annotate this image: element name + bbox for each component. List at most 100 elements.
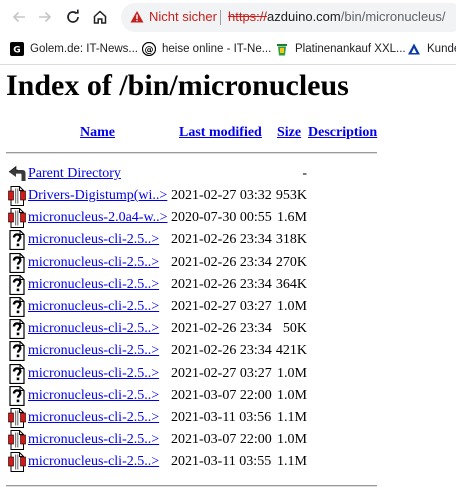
address-bar[interactable]: Nicht sicher https://azduino.com/bin/mic… [121,3,456,32]
bookmark-label: Golem.de: IT-News... [30,43,139,55]
home-button[interactable] [88,5,112,29]
unknown-file-icon [9,385,25,406]
file-modified: 2021-03-11 03:55 [171,454,272,470]
archive-icon [8,408,26,428]
url-text[interactable]: https://azduino.com/bin/micronucleus/ [228,9,446,24]
file-link[interactable]: micronucleus-cli-2.5..> [28,255,159,271]
bookmarks-bar: G Golem.de: IT-News... @ heise online - … [0,35,456,63]
file-link[interactable]: micronucleus-cli-2.5..> [28,232,159,248]
security-status[interactable]: Nicht sicher [149,9,217,24]
file-modified: 2021-02-27 03:27 [171,365,272,381]
file-size: 270K [275,254,307,270]
file-size: - [302,166,307,181]
unknown-file-icon [9,230,25,251]
file-row: Drivers-Digistump(wi..> 2021-02-27 03:32 9… [0,186,456,208]
reload-button[interactable] [61,5,85,29]
file-row: micronucleus-cli-2.5..> 2021-02-27 03:27 1… [0,363,456,386]
file-modified: 2021-02-26 23:34 [171,343,272,359]
bookmark-label: heise online - IT-Ne... [162,43,272,55]
page-title: Index of /bin/micronucleus [6,69,349,102]
reload-icon [67,9,79,23]
parent-directory-row: Parent Directory - [0,164,456,186]
golem-favicon: G [10,42,24,56]
unknown-file-icon [9,252,25,273]
file-row: micronucleus-cli-2.5..> 2021-02-26 23:34 3… [0,274,456,297]
file-modified: 2021-03-07 22:00 [171,387,272,403]
file-modified: 2021-03-11 03:56 [171,410,272,425]
file-row: micronucleus-cli-2.5..> 2021-02-26 23:34 2… [0,252,456,275]
heise-favicon: @ [142,42,156,56]
column-header-last-modified[interactable]: Last modified [179,125,262,141]
file-link[interactable]: micronucleus-cli-2.5..> [28,343,159,359]
home-icon [93,10,107,24]
file-row: micronucleus-cli-2.5..> 2021-03-07 22:00 1… [0,385,456,408]
footer-divider [6,485,377,487]
forward-button[interactable] [33,5,57,29]
warning-icon[interactable] [130,10,144,24]
file-row: micronucleus-cli-2.5..> 2021-02-26 23:34 3… [0,230,456,252]
file-row: micronucleus-cli-2.5..> 2021-02-26 23:34 4… [0,341,456,363]
bookmark-platinenankauf[interactable]: Platinenankauf XXL... [275,39,406,59]
bookmark-golem[interactable]: G Golem.de: IT-News... [10,39,138,59]
unknown-file-icon [9,363,25,384]
file-link[interactable]: micronucleus-cli-2.5..> [28,410,159,426]
archive-icon [8,186,26,206]
file-link[interactable]: micronucleus-cli-2.5..> [28,432,159,448]
file-size: 1.1M [277,410,307,425]
file-size: 50K [282,321,307,337]
back-arrow-icon [8,165,26,181]
file-link[interactable]: micronucleus-cli-2.5..> [28,277,159,293]
file-row: micronucleus-cli-2.5..> 2021-03-11 03:55 1… [0,452,456,474]
file-size: 364K [275,276,307,292]
file-link[interactable]: micronucleus-cli-2.5..> [28,388,159,404]
archive-icon [8,430,26,451]
file-link[interactable]: micronucleus-cli-2.5..> [28,366,159,382]
file-modified: 2021-02-26 23:34 [171,254,272,270]
file-modified: 2021-02-26 23:34 [171,321,272,337]
column-header-size[interactable]: Size [277,125,301,141]
file-size: 318K [275,232,307,248]
column-header-description[interactable]: Description [308,125,377,141]
file-link[interactable]: micronucleus-cli-2.5..> [28,299,159,315]
file-size: 1.0M [277,299,307,314]
file-modified: 2021-02-26 23:34 [171,232,272,248]
file-row: micronucleus-cli-2.5..> 2021-02-27 03:27 1… [0,297,456,319]
file-link[interactable]: micronucleus-cli-2.5..> [28,454,159,470]
bookmark-label: Kunde [427,43,456,55]
browser-toolbar: Nicht sicher https://azduino.com/bin/mic… [0,0,456,34]
file-modified: 2020-07-30 00:55 [171,210,272,226]
column-header-name[interactable]: Name [80,125,115,141]
svg-text:G: G [13,46,20,56]
back-button[interactable] [7,5,31,29]
parent-directory-link[interactable]: Parent Directory [28,166,121,182]
bookmark-label: Platinenankauf XXL... [295,43,406,55]
file-size: 1.0M [277,432,307,448]
file-row: micronucleus-cli-2.5..> 2021-03-07 22:00 1… [0,430,456,452]
file-row: micronucleus-cli-2.5..> 2021-03-11 03:56 1… [0,408,456,430]
file-row: micronucleus-cli-2.5..> 2021-02-26 23:34 5… [0,319,456,341]
file-modified: 2021-03-07 22:00 [171,432,272,448]
unknown-file-icon [9,274,25,295]
file-size: 1.1M [277,454,307,470]
file-row: micronucleus-2.0a4-w..> 2020-07-30 00:55 1… [0,208,456,230]
file-link[interactable]: micronucleus-cli-2.5..> [28,321,159,337]
file-size: 1.0M [277,387,307,403]
bookmark-kunde[interactable]: Kunde [407,39,456,59]
recycling-bin-favicon [275,42,289,56]
unknown-file-icon [9,319,25,340]
unknown-file-icon [9,341,25,362]
svg-text:@: @ [145,46,154,56]
address-separator [220,10,221,25]
file-modified: 2021-02-26 23:34 [171,276,272,292]
file-link[interactable]: Drivers-Digistump(wi..> [28,188,167,204]
file-size: 953K [275,188,307,203]
directory-listing-page: Index of /bin/micronucleus Name Last mod… [0,65,456,499]
arrow-right-icon [39,11,52,23]
url-scheme: https:// [228,9,268,24]
file-modified: 2021-02-27 03:32 [171,188,272,203]
url-path: /bin/micronucleus/ [340,9,446,24]
bookmark-heise[interactable]: @ heise online - IT-Ne... [142,39,271,59]
url-host: azduino.com [267,9,341,24]
file-size: 421K [275,343,307,359]
file-link[interactable]: micronucleus-2.0a4-w..> [28,210,168,226]
